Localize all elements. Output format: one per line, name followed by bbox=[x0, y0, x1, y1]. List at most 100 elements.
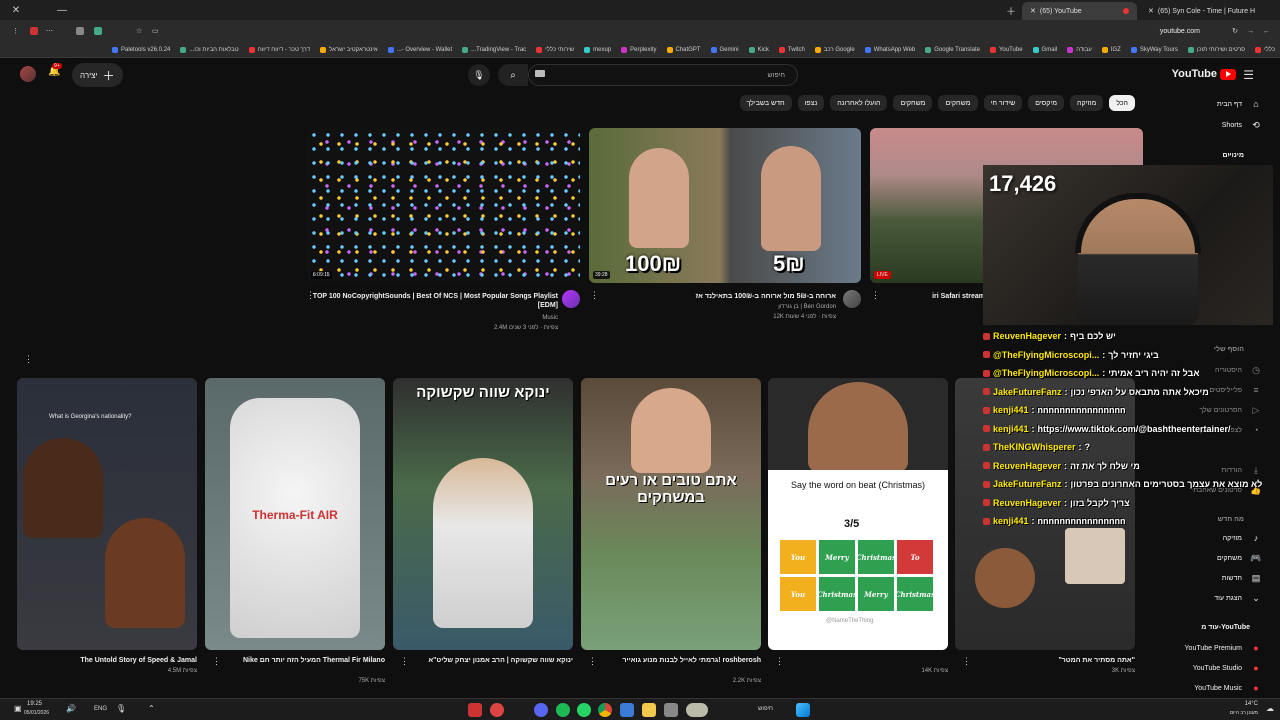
notification-center-icon[interactable]: ▣ bbox=[14, 704, 22, 713]
extension-icon[interactable] bbox=[94, 27, 102, 35]
search-icon[interactable]: ⌕ bbox=[498, 64, 528, 86]
filter-chip[interactable]: הועלו לאחרונה bbox=[830, 95, 888, 111]
avatar[interactable] bbox=[20, 66, 36, 82]
more-options-icon[interactable]: ⋮ bbox=[590, 290, 599, 301]
bookmark-item[interactable]: עבודה bbox=[1062, 46, 1097, 53]
explorer-icon[interactable] bbox=[642, 703, 656, 717]
filter-chip[interactable]: חדש בשבילך bbox=[739, 95, 792, 111]
close-icon[interactable]: ✕ bbox=[6, 0, 26, 20]
bookmark-item[interactable]: IGZ bbox=[1097, 46, 1126, 53]
extension-icon[interactable]: ⋯ bbox=[46, 27, 53, 35]
short-thumbnail[interactable]: ינוקא שווה שקשוקה bbox=[393, 378, 573, 650]
short-title[interactable]: גרמתי לאייל לבנות מנוע גואייר! roshberos… bbox=[581, 656, 761, 665]
lang-indicator[interactable]: ENG bbox=[94, 706, 107, 712]
channel-avatar[interactable] bbox=[562, 290, 580, 308]
bookmark-item[interactable]: דרך טכר - דיווח דיווח bbox=[244, 46, 315, 53]
extension-icon[interactable] bbox=[76, 27, 84, 35]
short-thumbnail[interactable]: Therma-Fit AIR bbox=[205, 378, 385, 650]
short-thumbnail[interactable]: Say the word on beat (Christmas) 3/5 You… bbox=[768, 378, 948, 650]
spotify-icon[interactable] bbox=[556, 703, 570, 717]
video-title[interactable]: TOP 100 NoCopyrightSounds | Best Of NCS … bbox=[308, 292, 558, 310]
bookmark-item[interactable]: Google רכב bbox=[810, 46, 860, 53]
new-tab-icon[interactable]: ＋ bbox=[1001, 0, 1021, 20]
sidebar-item-studio[interactable]: YouTube Studio ● bbox=[1193, 662, 1262, 674]
bookmark-item[interactable]: YouTube bbox=[985, 46, 1028, 53]
bookmark-item[interactable]: Overview - Wallet -... bbox=[383, 46, 457, 53]
bookmark-item[interactable]: TradingView - Trac... bbox=[457, 46, 531, 53]
chrome-icon[interactable] bbox=[598, 703, 612, 717]
more-options-icon[interactable]: ⋮ bbox=[588, 656, 597, 667]
search-input[interactable]: חיפוש bbox=[528, 64, 798, 86]
bookmark-item[interactable]: שירותי כללי bbox=[531, 46, 579, 53]
bookmark-item[interactable]: ChatGPT bbox=[662, 46, 706, 53]
bookmark-item[interactable]: mexup bbox=[579, 46, 616, 53]
short-title[interactable]: The Untold Story of Speed & Jamal bbox=[17, 656, 197, 665]
tab-music[interactable]: ✕ (65) Syn Cole - Time | Future H bbox=[1140, 2, 1268, 20]
sidebar-item-music[interactable]: מוזיקה ♪ bbox=[1223, 532, 1262, 544]
microphone-icon[interactable]: 🎙 bbox=[468, 64, 490, 86]
video-channel[interactable]: בן גורדון | Ben Gordon bbox=[600, 303, 836, 311]
create-button[interactable]: יצירה ＋ bbox=[72, 63, 123, 87]
menu-icon[interactable]: ⋮ bbox=[12, 27, 19, 35]
keyboard-icon[interactable] bbox=[535, 70, 545, 77]
short-title[interactable]: ינוקא שווה שקשוקה | הרב אמנון יצחק שליט"… bbox=[393, 656, 573, 665]
windows-start-icon[interactable] bbox=[796, 703, 810, 717]
short-thumbnail[interactable]: What is Georgina's nationality? bbox=[17, 378, 197, 650]
tab-youtube[interactable]: ✕ (65) YouTube bbox=[1022, 2, 1137, 20]
video-title[interactable]: ארוחה ב-5₪ מול ארוחה ב-100₪ בתאילנד אז bbox=[600, 292, 836, 301]
extension-icon[interactable] bbox=[30, 27, 38, 35]
sidebar-item-shorts[interactable]: Shorts ⟲ bbox=[1222, 119, 1262, 131]
filter-chip[interactable]: שידור חי bbox=[983, 95, 1023, 111]
more-options-icon[interactable]: ⋮ bbox=[400, 656, 409, 667]
video-title[interactable]: iri Safari stream bbox=[880, 292, 985, 301]
notifications-icon[interactable]: 🔔 9+ bbox=[48, 63, 62, 77]
channel-avatar[interactable] bbox=[843, 290, 861, 308]
sidebar-item-premium[interactable]: YouTube Premium ● bbox=[1185, 642, 1262, 654]
app-icon[interactable] bbox=[490, 703, 504, 717]
back-icon[interactable]: ← bbox=[1263, 28, 1270, 35]
app-icon[interactable] bbox=[468, 703, 482, 717]
sidebar-item-music-app[interactable]: YouTube Music ● bbox=[1194, 682, 1262, 694]
more-options-icon[interactable]: ⋮ bbox=[871, 290, 880, 301]
bookmark-item[interactable]: Gmail bbox=[1028, 46, 1063, 53]
bookmark-item[interactable]: טבלאות הביות וכו... bbox=[175, 46, 243, 53]
taskbar-search[interactable]: חיפוש bbox=[758, 706, 773, 712]
more-options-icon[interactable]: ⋮ bbox=[306, 290, 315, 301]
sidebar-item-home[interactable]: דף הבית ⌂ bbox=[1217, 98, 1262, 110]
more-options-icon[interactable]: ⋮ bbox=[212, 656, 221, 667]
store-icon[interactable] bbox=[620, 703, 634, 717]
bookmark-item[interactable]: Paletools v26.0.24 bbox=[107, 46, 175, 53]
forward-icon[interactable]: → bbox=[1247, 28, 1254, 35]
subscriptions-heading[interactable]: מינויים bbox=[1223, 152, 1244, 159]
bookmark-item[interactable]: WhatsApp Web bbox=[860, 46, 921, 53]
discord-icon[interactable] bbox=[534, 703, 548, 717]
sidebar-item-show-more[interactable]: הצגת עוד ⌄ bbox=[1214, 592, 1262, 604]
cast-icon[interactable]: ▭ bbox=[152, 27, 159, 35]
bookmark-item[interactable]: סרטים ושירותי תוכן bbox=[1183, 46, 1250, 53]
bookmark-item[interactable]: Twitch bbox=[774, 46, 810, 53]
shorts-more-icon[interactable]: ⋮ bbox=[24, 354, 33, 365]
short-thumbnail[interactable]: אתם טובים או רעים במשחקים bbox=[581, 378, 761, 650]
search-icon[interactable] bbox=[686, 703, 708, 717]
filter-chip[interactable]: מיקסים bbox=[1028, 95, 1065, 111]
video-channel[interactable]: Music bbox=[308, 314, 558, 322]
reload-icon[interactable]: ↻ bbox=[1232, 27, 1238, 35]
menu-icon[interactable]: ☰ bbox=[1243, 68, 1254, 82]
short-title[interactable]: Nike המעיל הזה יותר חם Thermal Fir Milan… bbox=[205, 656, 385, 665]
volume-icon[interactable]: 🔊 bbox=[66, 704, 76, 713]
url-text[interactable]: youtube.com bbox=[1160, 28, 1200, 35]
filter-chip[interactable]: משחקים bbox=[938, 95, 978, 111]
filter-chip[interactable]: נצפו bbox=[797, 95, 825, 111]
filter-chip[interactable]: מוזיקה bbox=[1070, 95, 1104, 111]
app-icon[interactable] bbox=[664, 703, 678, 717]
chevron-icon[interactable]: › bbox=[1228, 152, 1230, 159]
video-thumbnail[interactable]: 6:09:15 bbox=[307, 128, 580, 283]
filter-chip[interactable]: משחקים bbox=[893, 95, 933, 111]
bookmark-item[interactable]: כללי bbox=[1250, 46, 1280, 53]
bookmark-item[interactable]: Kick bbox=[744, 46, 774, 53]
mic-icon[interactable]: 🎙 bbox=[116, 704, 126, 713]
whatsapp-icon[interactable] bbox=[577, 703, 591, 717]
bookmark-item[interactable]: Gemini bbox=[706, 46, 744, 53]
more-options-icon[interactable]: ⋮ bbox=[962, 656, 971, 667]
bookmark-item[interactable]: Google Translate bbox=[920, 46, 985, 53]
